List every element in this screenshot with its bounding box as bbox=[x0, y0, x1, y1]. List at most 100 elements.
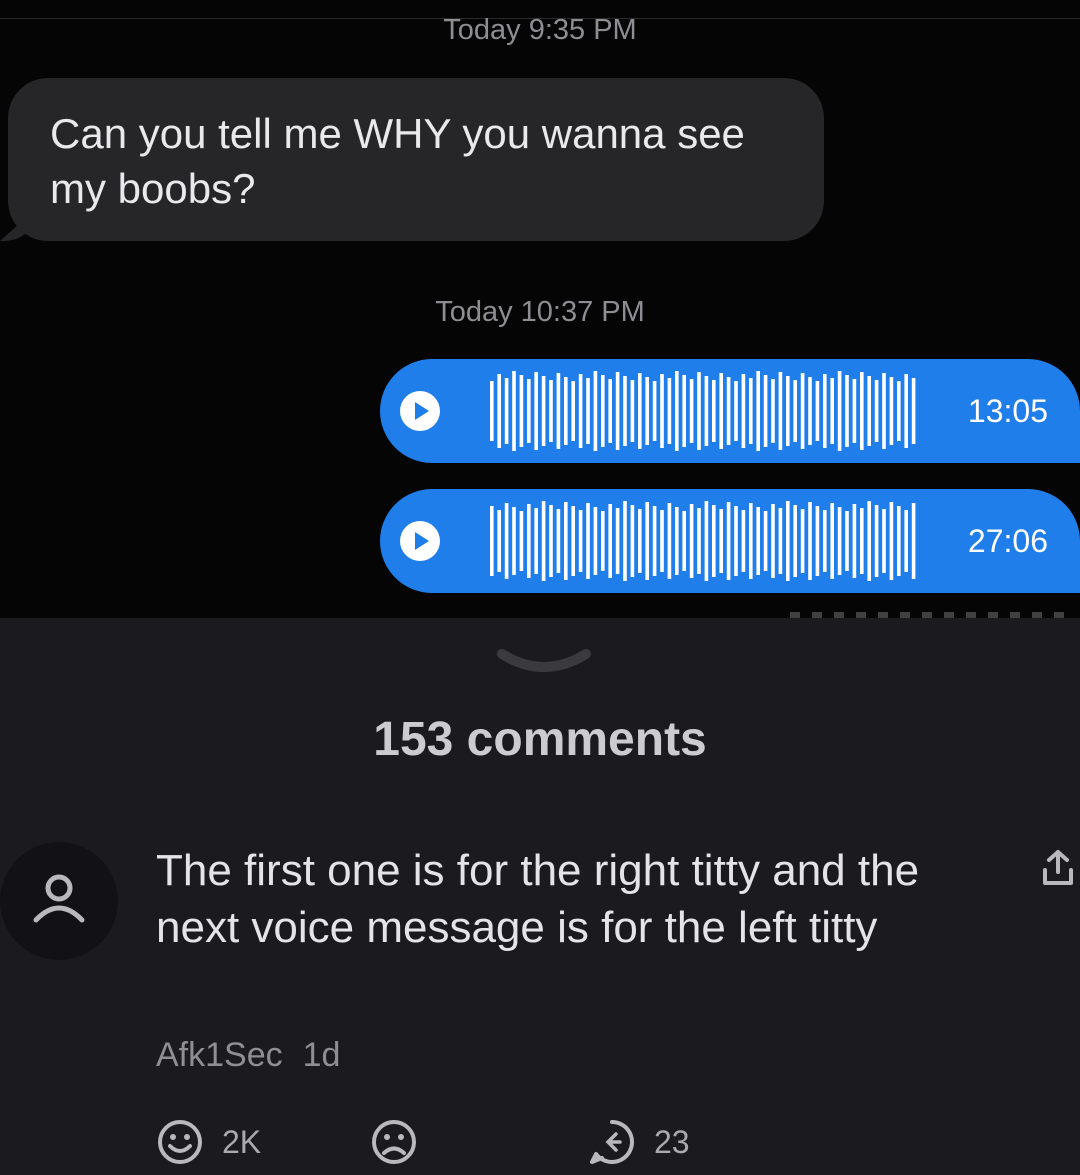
waveform-bar bbox=[830, 378, 834, 444]
waveform-bar bbox=[689, 379, 694, 443]
waveform-bar bbox=[911, 378, 916, 444]
waveform-bar bbox=[793, 505, 797, 577]
waveform-bar bbox=[652, 506, 657, 576]
comment-text: The first one is for the right titty and… bbox=[156, 846, 920, 952]
waveform-bar bbox=[719, 509, 723, 573]
waveform-bar bbox=[771, 379, 775, 443]
waveform-bar bbox=[556, 373, 561, 449]
waveform-bar bbox=[741, 510, 746, 572]
waveform-bar bbox=[697, 372, 701, 450]
waveform-bar bbox=[675, 507, 679, 575]
voice-message-1[interactable]: 13:05 bbox=[380, 359, 1080, 463]
waveform-bar bbox=[564, 502, 568, 580]
waveform-bar bbox=[490, 381, 494, 441]
waveform-bar bbox=[578, 374, 583, 448]
waveform-bar bbox=[556, 509, 561, 573]
waveform-bar bbox=[756, 507, 760, 575]
waveform-bar bbox=[808, 377, 812, 445]
chat-screenshot: Today 9:35 PM Can you tell me WHY you wa… bbox=[0, 0, 1080, 618]
waveform-bar bbox=[763, 511, 768, 571]
waveform-bar bbox=[749, 378, 753, 444]
waveform-bar bbox=[882, 373, 886, 449]
waveform-bar bbox=[734, 506, 738, 576]
waveform-bar bbox=[497, 374, 501, 448]
play-icon[interactable] bbox=[400, 391, 440, 431]
waveform-bar bbox=[541, 501, 546, 581]
waveform-bar bbox=[897, 506, 901, 576]
comment-author[interactable]: Afk1Sec bbox=[156, 1036, 283, 1074]
waveform-bar bbox=[763, 375, 768, 447]
waveform-bar bbox=[497, 510, 501, 572]
like-reaction[interactable]: 2K bbox=[156, 1118, 261, 1166]
waveform-bar bbox=[808, 502, 812, 580]
comment-meta: Afk1Sec 1d bbox=[156, 1036, 340, 1075]
waveform-bar bbox=[712, 505, 716, 577]
play-icon[interactable] bbox=[400, 521, 440, 561]
voice-message-2[interactable]: 27:06 bbox=[380, 489, 1080, 593]
waveform-bar bbox=[586, 378, 590, 444]
waveform-bar bbox=[867, 501, 871, 581]
waveform-bar bbox=[778, 508, 783, 574]
waveform-bar bbox=[504, 378, 509, 444]
waveform-bar bbox=[601, 511, 605, 571]
waveform-bar bbox=[786, 376, 790, 446]
waveform-bar bbox=[837, 507, 842, 575]
waveform-bar bbox=[623, 376, 627, 446]
waveform-bar bbox=[874, 505, 879, 577]
waveform-bar bbox=[638, 373, 642, 449]
avatar[interactable] bbox=[0, 842, 118, 960]
waveform-bar bbox=[889, 377, 894, 445]
waveform-bar bbox=[704, 501, 709, 581]
voice-duration-2: 27:06 bbox=[967, 523, 1048, 559]
waveform-bar bbox=[630, 380, 635, 442]
waveform-bar bbox=[512, 507, 516, 575]
timestamp-2: Today 10:37 PM bbox=[435, 296, 645, 328]
waveform bbox=[490, 371, 916, 451]
waveform-bar bbox=[586, 503, 590, 579]
waveform-bar bbox=[519, 511, 524, 571]
frown-icon bbox=[372, 1120, 416, 1164]
waveform-bar bbox=[549, 380, 553, 442]
waveform-bar bbox=[652, 381, 657, 441]
waveform-bar bbox=[601, 375, 605, 447]
waveform-bar bbox=[504, 503, 509, 579]
waveform-bar bbox=[615, 372, 620, 450]
waveform-bar bbox=[889, 502, 894, 580]
waveform-bar bbox=[578, 510, 583, 572]
waveform-bar bbox=[623, 501, 627, 581]
waveform-bar bbox=[837, 371, 842, 451]
waveform-bar bbox=[823, 510, 827, 572]
waveform-bar bbox=[845, 375, 849, 447]
waveform-bar bbox=[726, 502, 731, 580]
like-count: 2K bbox=[222, 1123, 262, 1160]
comment-age: 1d bbox=[302, 1036, 341, 1074]
share-icon[interactable] bbox=[1040, 848, 1076, 888]
waveform-bar bbox=[534, 508, 538, 574]
waveform-bar bbox=[845, 511, 849, 571]
reply-count: 23 bbox=[654, 1123, 690, 1160]
waveform-bar bbox=[697, 508, 701, 574]
waveform-bar bbox=[571, 506, 575, 576]
waveform-bar bbox=[571, 381, 575, 441]
waveform-bar bbox=[704, 376, 709, 446]
waveform-bar bbox=[660, 510, 664, 572]
smile-icon bbox=[158, 1120, 202, 1164]
waveform-bar bbox=[741, 374, 746, 448]
waveform-bar bbox=[852, 379, 857, 443]
waveform-bar bbox=[882, 509, 886, 573]
waveform-bar bbox=[904, 374, 908, 448]
waveform-bar bbox=[682, 375, 686, 447]
waveform-bar bbox=[689, 504, 694, 578]
waveform-bar bbox=[630, 505, 635, 577]
waveform-bar bbox=[675, 371, 679, 451]
waveform-bar bbox=[660, 374, 664, 448]
dislike-reaction[interactable] bbox=[370, 1118, 436, 1166]
waveform-bar bbox=[815, 381, 820, 441]
waveform-bar bbox=[793, 380, 797, 442]
waveform-bar bbox=[771, 504, 775, 578]
waveform-bar bbox=[719, 373, 723, 449]
waveform-bar bbox=[608, 379, 612, 443]
chevron-down-icon[interactable] bbox=[494, 644, 594, 684]
reply-reaction[interactable]: 23 bbox=[588, 1118, 690, 1166]
waveform-bar bbox=[534, 372, 538, 450]
